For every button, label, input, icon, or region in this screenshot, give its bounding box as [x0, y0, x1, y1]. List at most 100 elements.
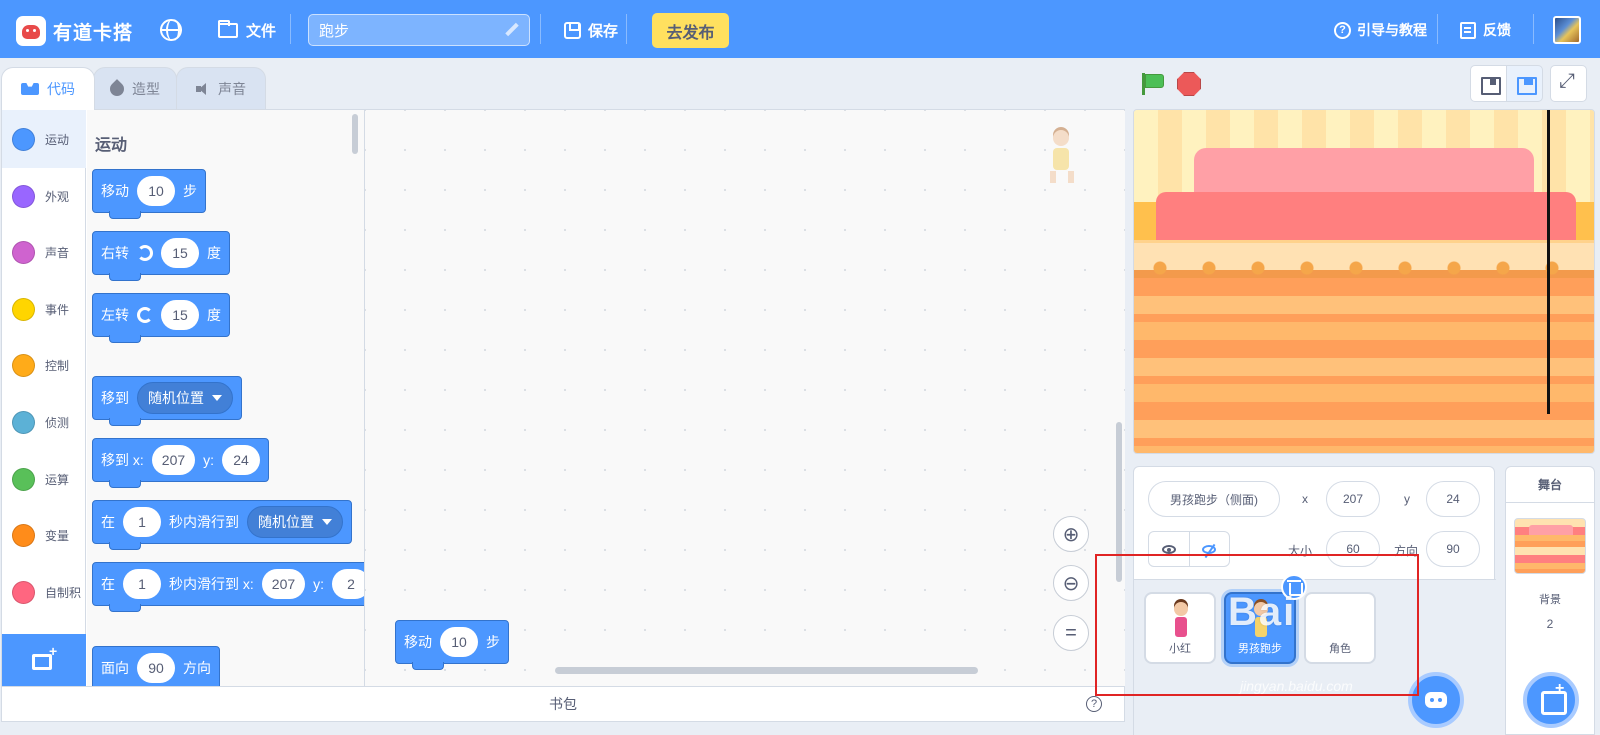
stage-line-sprite	[1547, 110, 1550, 414]
category-events[interactable]: 事件	[2, 280, 86, 338]
category-operators[interactable]: 运算	[2, 450, 86, 508]
guide-tutorial-menu[interactable]: ? 引导与教程	[1334, 20, 1427, 40]
category-dot-icon	[12, 467, 35, 491]
file-menu[interactable]: 文件	[218, 20, 276, 41]
category-motion[interactable]: 运动	[2, 110, 86, 168]
category-label: 自制积	[45, 585, 82, 600]
block-text: 移到	[101, 390, 129, 406]
blanket	[1134, 278, 1594, 453]
direction-field[interactable]: 90	[1426, 531, 1480, 567]
block-text: 移动	[404, 634, 432, 650]
user-avatar[interactable]	[1553, 16, 1581, 44]
fullscreen-button[interactable]	[1550, 65, 1587, 102]
block-glide-xy[interactable]: 在 1 秒内滑行到 x: 207 y: 2	[92, 562, 364, 612]
block-text: y:	[313, 576, 325, 592]
category-variables[interactable]: 变量	[2, 506, 86, 564]
language-globe-icon[interactable]	[160, 19, 182, 41]
help-circle-icon[interactable]: ?	[1086, 696, 1102, 712]
category-label: 运动	[45, 132, 70, 147]
block-turn-right[interactable]: 右转 15 度	[92, 231, 230, 281]
feedback-menu[interactable]: 反馈	[1460, 20, 1511, 40]
category-menu: 运动 外观 声音 事件 控制 侦测 运算 变量 自制积 +	[2, 110, 86, 694]
category-label: 控制	[45, 358, 70, 373]
goto-target-dropdown[interactable]: 随机位置	[137, 382, 233, 414]
sprite-name-field[interactable]: 男孩跑步（侧面)	[1148, 481, 1280, 517]
divider	[1437, 14, 1438, 44]
block-turn-left[interactable]: 左转 15 度	[92, 293, 230, 343]
zoom-out-button[interactable]: ⊖	[1053, 565, 1089, 601]
block-text: y:	[203, 452, 215, 468]
zoom-in-button[interactable]: ⊕	[1053, 516, 1089, 552]
block-glide-target[interactable]: 在 1 秒内滑行到 随机位置	[92, 500, 352, 550]
category-my-blocks[interactable]: 自制积	[2, 563, 86, 621]
save-label: 保存	[588, 23, 619, 40]
block-text: 右转	[101, 245, 129, 261]
seconds-input[interactable]: 1	[123, 569, 161, 599]
normal-stage-button[interactable]	[1506, 65, 1543, 102]
tab-costumes[interactable]: 造型	[93, 67, 177, 109]
category-sound[interactable]: 声音	[2, 223, 86, 281]
code-editor: 运动 外观 声音 事件 控制 侦测 运算 变量 自制积 + 运动 移动 10 步…	[1, 109, 1125, 694]
category-dot-icon	[12, 353, 35, 377]
x-field[interactable]: 207	[1326, 481, 1380, 517]
category-looks[interactable]: 外观	[2, 167, 86, 225]
steps-input[interactable]: 10	[137, 176, 175, 206]
zoom-reset-button[interactable]: =	[1053, 615, 1089, 651]
glide-target-dropdown[interactable]: 随机位置	[247, 506, 343, 538]
category-sensing[interactable]: 侦测	[2, 393, 86, 451]
degrees-input[interactable]: 15	[161, 238, 199, 268]
save-button[interactable]: 保存	[564, 20, 618, 41]
block-goto-target[interactable]: 移到 随机位置	[92, 376, 242, 426]
workspace-horizontal-scrollbar[interactable]	[555, 667, 978, 674]
x-input[interactable]: 207	[261, 569, 306, 599]
project-title-input[interactable]: 跑步	[308, 14, 530, 46]
publish-button[interactable]: 去发布	[652, 13, 729, 48]
y-field[interactable]: 24	[1426, 481, 1480, 517]
backpack-label: 书包	[549, 696, 577, 712]
divider	[540, 14, 541, 44]
blanket-tassels	[1152, 260, 1592, 280]
category-dot-icon	[12, 410, 35, 434]
divider	[1533, 14, 1534, 44]
feedback-label: 反馈	[1483, 22, 1511, 38]
y-input[interactable]: 24	[222, 445, 261, 475]
scripts-workspace[interactable]: 移动 10 步 ⊕ ⊖ =	[365, 110, 1125, 694]
choose-backdrop-button[interactable]	[1523, 672, 1579, 728]
category-label: 运算	[45, 472, 70, 487]
seconds-input[interactable]: 1	[123, 507, 161, 537]
degrees-input[interactable]: 15	[161, 300, 199, 330]
block-text: 步	[183, 183, 197, 199]
eye-off-icon	[1202, 544, 1217, 554]
x-input[interactable]: 207	[151, 445, 196, 475]
block-text: 面向	[101, 660, 129, 676]
add-extension-button[interactable]	[2, 634, 86, 694]
backdrop-count: 2	[1546, 617, 1554, 631]
backpack-bar[interactable]: 书包 ?	[1, 686, 1125, 722]
category-control[interactable]: 控制	[2, 336, 86, 394]
y-input[interactable]: 2	[332, 569, 364, 599]
green-flag-button[interactable]	[1139, 72, 1165, 96]
script-move-block[interactable]: 移动 10 步	[395, 620, 509, 670]
block-point-direction[interactable]: 面向 90 方向	[92, 646, 220, 694]
palette-scrollbar[interactable]	[352, 114, 358, 154]
tab-sounds[interactable]: 声音	[176, 67, 266, 109]
block-move-steps[interactable]: 移动 10 步	[92, 169, 206, 219]
tab-code[interactable]: 代码	[1, 67, 95, 110]
small-stage-button[interactable]	[1470, 65, 1507, 102]
steps-input[interactable]: 10	[440, 627, 478, 657]
category-label: 事件	[45, 302, 70, 317]
divider	[290, 14, 291, 44]
logo-icon[interactable]	[16, 16, 46, 46]
direction-input[interactable]: 90	[137, 653, 175, 683]
block-goto-xy[interactable]: 移到 x: 207 y: 24	[92, 438, 270, 488]
category-dot-icon	[12, 523, 35, 547]
speaker-icon	[196, 82, 210, 95]
category-dot-icon	[12, 240, 35, 264]
stop-button[interactable]	[1177, 72, 1201, 96]
category-dot-icon	[12, 184, 35, 208]
block-text: 在	[101, 514, 115, 530]
brand-name[interactable]: 有道卡搭	[53, 18, 133, 45]
stage-canvas[interactable]	[1133, 109, 1595, 454]
rotate-counterclockwise-icon	[137, 307, 153, 323]
backdrop-label: 背景	[1539, 594, 1561, 606]
